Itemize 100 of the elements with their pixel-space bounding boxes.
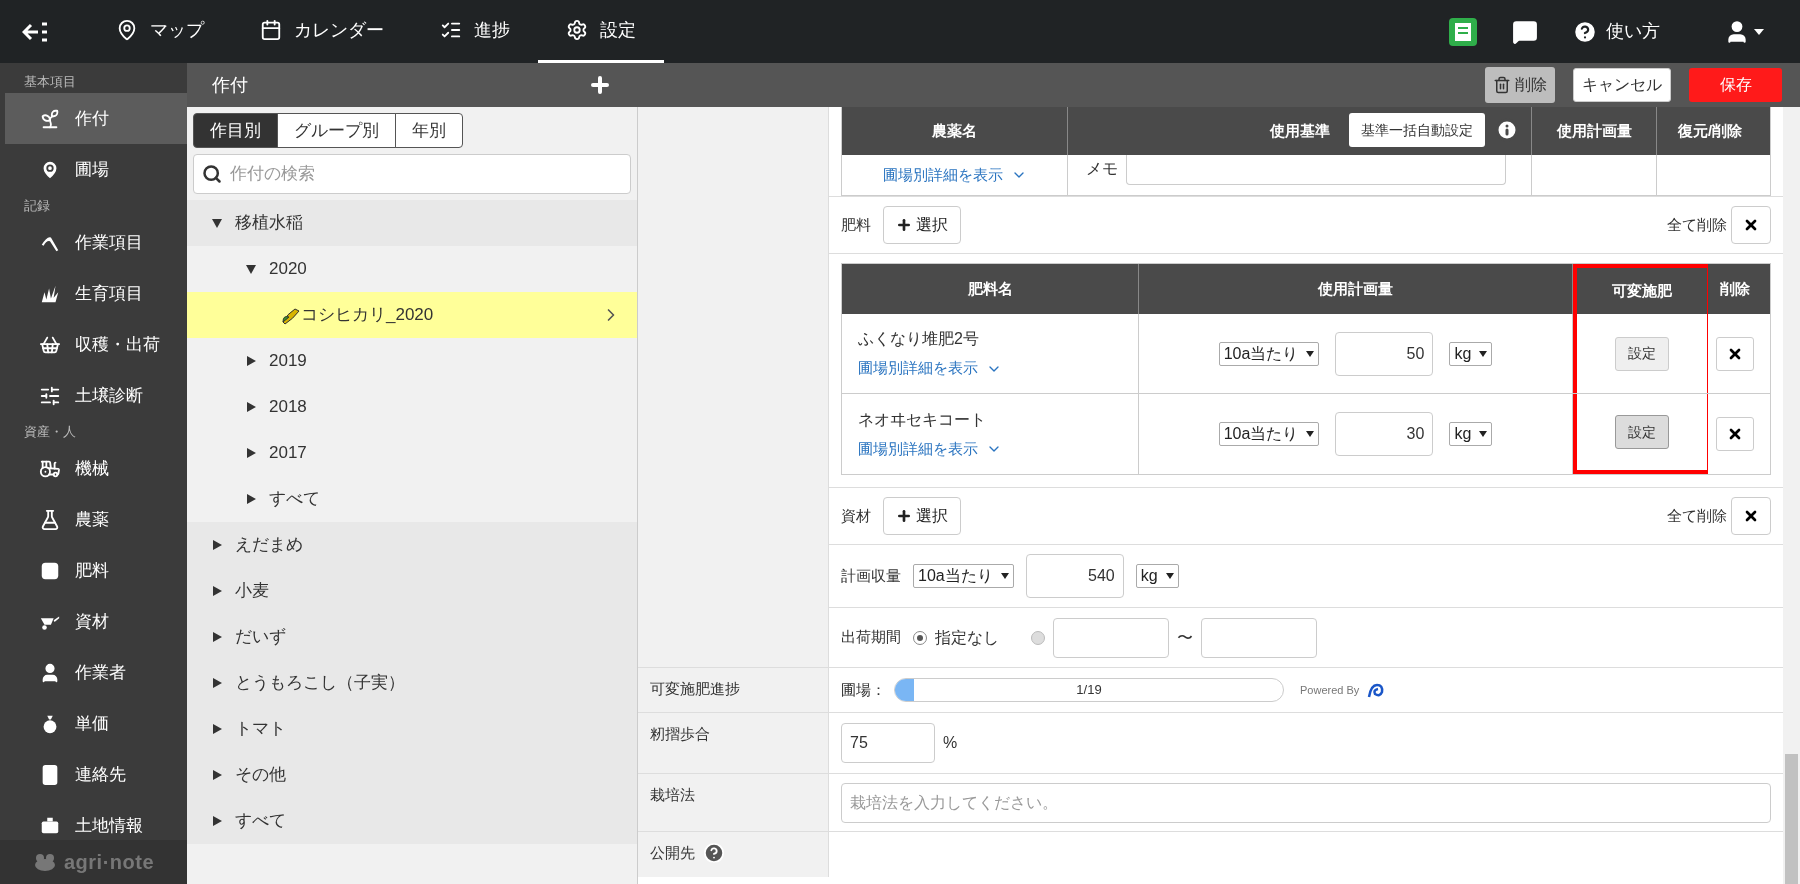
tree-item-label: その他 (235, 764, 287, 787)
tree-item-label: とうもろこし（子実） (235, 672, 406, 695)
caret-right-icon[interactable] (211, 723, 223, 735)
basis-select[interactable]: 10a当たり (913, 564, 1014, 588)
tree-item[interactable]: だいず (187, 614, 637, 660)
sprout-icon (39, 107, 61, 130)
book-icon[interactable] (1448, 16, 1478, 47)
plus-icon (896, 217, 912, 233)
auto-set-button[interactable]: 基準一括自動設定 (1349, 113, 1485, 147)
caret-right-icon[interactable] (245, 493, 257, 505)
search-field[interactable]: 作付の検索 (193, 154, 631, 194)
tree-item[interactable]: 小麦 (187, 568, 637, 614)
nav-tab[interactable]: カレンダー (232, 0, 412, 63)
basis-select[interactable]: 10a当たり (1218, 341, 1320, 366)
nav-tab[interactable]: マップ (88, 0, 232, 63)
yield-field[interactable]: 540 (1025, 554, 1124, 598)
section-heading: 基本項目 (23, 73, 77, 92)
flask-icon (39, 508, 61, 531)
delete-button[interactable]: 削除 (1485, 67, 1555, 103)
scrollbar-thumb[interactable] (1785, 754, 1798, 884)
column-header: 可変施肥 (1573, 264, 1708, 314)
detail-link[interactable]: 圃場別詳細を表示 (882, 155, 1027, 195)
memo-field[interactable] (1126, 155, 1506, 185)
radio-button[interactable] (913, 630, 927, 645)
method-field[interactable]: 栽培法を入力してください。 (841, 782, 1771, 823)
collapse-menu-icon[interactable] (22, 20, 48, 43)
tree-item[interactable]: トマト (187, 706, 637, 752)
view-tab[interactable]: グループ別 (277, 113, 396, 148)
sidebar-item[interactable]: 肥料 (5, 545, 187, 596)
percent-field[interactable]: 75 (841, 723, 935, 763)
tree-item-label: コシヒカリ_2020 (301, 304, 435, 327)
caret-right-icon[interactable] (245, 401, 257, 413)
help-button[interactable]: 使い方 (1572, 18, 1660, 45)
view-tab[interactable]: 年別 (395, 113, 463, 148)
amount-field[interactable]: 30 (1335, 412, 1434, 456)
sidebar-item[interactable]: 資材 (5, 596, 187, 647)
basis-select[interactable]: 10a当たり (1218, 422, 1320, 446)
help-icon[interactable] (703, 842, 725, 864)
chat-icon[interactable] (1512, 18, 1538, 45)
unit-select[interactable]: kg (1449, 422, 1493, 446)
remove-button[interactable] (1716, 417, 1754, 451)
section-heading: 資産・人 (23, 423, 77, 442)
tree-item[interactable]: コシヒカリ_2020 (187, 292, 637, 338)
sidebar-item[interactable]: 収穫・出荷 (5, 319, 187, 370)
sidebar-item[interactable]: 連絡先 (5, 749, 187, 800)
sidebar-item[interactable]: 農薬 (5, 494, 187, 545)
calendar-icon (260, 19, 282, 41)
tree-item[interactable]: すべて (187, 798, 637, 844)
caret-right-icon[interactable] (211, 769, 223, 781)
unit-select[interactable]: kg (1135, 564, 1179, 588)
column-header: 農薬名 (842, 107, 1068, 155)
nav-tab[interactable]: 進捗 (412, 0, 538, 63)
detail-link[interactable]: 圃場別詳細を表示 (858, 357, 1138, 380)
percent-unit: % (943, 733, 958, 753)
caret-right-icon[interactable] (211, 815, 223, 827)
unit-select[interactable]: kg (1449, 341, 1493, 366)
clear-all-button[interactable] (1731, 206, 1771, 244)
tree-item-label: すべて (235, 810, 287, 833)
caret-right-icon[interactable] (211, 539, 223, 551)
detail-link[interactable]: 圃場別詳細を表示 (858, 437, 1138, 461)
select-button[interactable]: 選択 (883, 206, 961, 244)
caret-icon (1754, 28, 1764, 35)
caret-right-icon[interactable] (211, 585, 223, 597)
sidebar-item[interactable]: 作業者 (5, 647, 187, 698)
section-heading: 記録 (23, 197, 51, 216)
memo-label: メモ (1086, 159, 1118, 179)
sidebar-item[interactable]: 土地情報 (5, 800, 187, 840)
caret-right-icon[interactable] (245, 447, 257, 459)
select-button[interactable]: 選択 (883, 497, 961, 535)
info-icon[interactable] (1495, 118, 1519, 142)
caret-right-icon[interactable] (245, 355, 257, 367)
sidebar-item[interactable]: 生育項目 (5, 268, 187, 319)
setting-button[interactable]: 設定 (1615, 336, 1669, 371)
setting-button[interactable]: 設定 (1615, 415, 1669, 449)
remove-button[interactable] (1716, 336, 1754, 371)
save-button[interactable]: 保存 (1689, 68, 1782, 102)
sidebar-item[interactable]: 作付 (5, 93, 187, 144)
start-date-field[interactable] (1053, 617, 1169, 658)
tree-item[interactable]: その他 (187, 752, 637, 798)
sidebar-item[interactable]: 圃場 (5, 144, 187, 195)
tree-item[interactable]: 移植水稲 (187, 200, 637, 246)
sidebar-item[interactable]: 機械 (5, 443, 187, 494)
search-icon (202, 164, 222, 184)
sidebar-item[interactable]: 土壌診断 (5, 370, 187, 421)
tree-item[interactable]: とうもろこし（子実） (187, 660, 637, 706)
caret-down-icon[interactable] (245, 263, 257, 275)
caret-right-icon[interactable] (211, 631, 223, 643)
end-date-field[interactable] (1201, 617, 1317, 658)
clear-all-button[interactable] (1731, 497, 1771, 535)
radio-button[interactable] (1031, 630, 1045, 645)
sidebar-item[interactable]: 単価 (5, 698, 187, 749)
cancel-button[interactable]: キャンセル (1573, 68, 1671, 102)
add-icon[interactable] (588, 73, 612, 97)
caret-down-icon[interactable] (211, 217, 223, 229)
amount-field[interactable]: 50 (1335, 331, 1434, 376)
sidebar-item[interactable]: 作業項目 (5, 217, 187, 268)
tree-item[interactable]: えだまめ (187, 522, 637, 568)
view-tab[interactable]: 作目別 (193, 113, 278, 148)
tree-item-label: 移植水稲 (235, 212, 304, 235)
caret-right-icon[interactable] (211, 677, 223, 689)
